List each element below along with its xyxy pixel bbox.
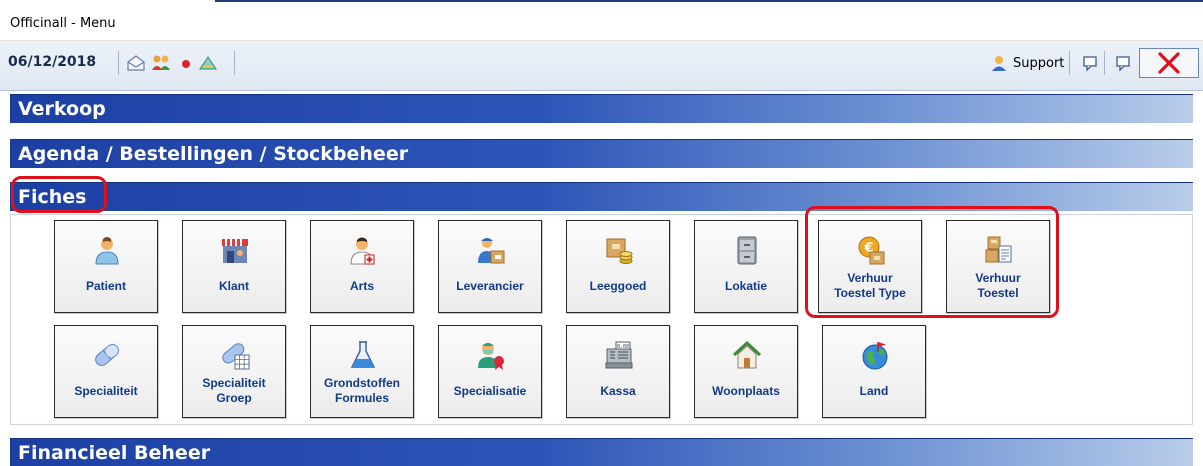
tile-specialiteit[interactable]: Specialiteit: [54, 325, 158, 418]
tile-grondstoffen-formules[interactable]: Grondstoffen Formules: [310, 325, 414, 418]
section-verkoop[interactable]: Verkoop: [10, 94, 1193, 123]
section-agenda-label: Agenda / Bestellingen / Stockbeheer: [18, 143, 409, 165]
window-restore-icon: [1083, 56, 1097, 72]
tile-woonplaats-label: Woonplaats: [712, 384, 780, 398]
toolbar-separator: [1069, 51, 1070, 75]
tile-verhuur-toestel-label-2: Toestel: [977, 286, 1019, 300]
cash-register-icon: 0.00: [605, 341, 633, 369]
tile-specialiteit-groep[interactable]: Specialiteit Groep: [182, 325, 286, 418]
minimize-window-button[interactable]: [1109, 50, 1135, 76]
warning-icon[interactable]: [198, 53, 218, 73]
window-title: Officinall - Menu: [10, 16, 116, 31]
supplier-icon: [478, 238, 505, 264]
section-agenda[interactable]: Agenda / Bestellingen / Stockbeheer: [10, 139, 1193, 168]
flask-icon: [350, 341, 376, 368]
box-document-icon: [985, 236, 1012, 263]
window-tile-icon: [1116, 56, 1130, 72]
tile-lokatie-label: Lokatie: [724, 279, 767, 293]
tile-specialiteit-groep-label-2: Groep: [216, 391, 252, 405]
shop-icon: [222, 239, 248, 263]
tile-verhuur-toestel[interactable]: Verhuur Toestel: [946, 220, 1050, 313]
section-financieel[interactable]: Financieel Beheer: [10, 438, 1193, 466]
surgeon-icon: [478, 343, 504, 370]
toolbar-separator: [118, 51, 119, 75]
tile-kassa-label: Kassa: [600, 384, 636, 398]
mail-icon[interactable]: [126, 53, 146, 73]
users-icon[interactable]: [151, 53, 171, 73]
tile-kassa[interactable]: 0.00 Kassa: [566, 325, 670, 418]
tile-verhuur-toestel-type[interactable]: € Verhuur Toestel Type: [818, 220, 922, 313]
boxes-coins-icon: [606, 238, 633, 264]
euro-box-icon: €: [858, 236, 885, 265]
toolbar: 06/12/2018 Support: [0, 41, 1203, 91]
section-fiches-label: Fiches: [18, 186, 87, 208]
tile-patient-label: Patient: [85, 279, 126, 293]
tile-woonplaats[interactable]: Woonplaats: [694, 325, 798, 418]
close-icon: [1158, 52, 1180, 74]
tile-leeggoed[interactable]: Leeggoed: [566, 220, 670, 313]
tile-specialiteit-label: Specialiteit: [74, 384, 138, 398]
tile-patient[interactable]: Patient: [54, 220, 158, 313]
cabinet-icon: [737, 236, 757, 265]
pill-grid-icon: [222, 343, 250, 370]
support-label: Support: [1013, 55, 1065, 71]
pill-icon: [95, 344, 119, 366]
title-bar: Officinall - Menu: [0, 3, 1203, 41]
date-display: 06/12/2018: [8, 54, 97, 70]
tile-klant-label: Klant: [219, 279, 249, 293]
tile-land[interactable]: Land: [822, 325, 926, 418]
tile-specialisatie[interactable]: Specialisatie: [438, 325, 542, 418]
tile-verhuur-toestel-label-1: Verhuur: [975, 271, 1021, 285]
toolbar-separator: [1104, 51, 1105, 75]
restore-window-button[interactable]: [1077, 50, 1103, 76]
tile-specialisatie-label: Specialisatie: [453, 384, 527, 398]
house-icon: [732, 340, 762, 369]
close-button[interactable]: [1139, 48, 1199, 78]
red-dot-icon[interactable]: [176, 53, 196, 73]
support-icon: [992, 56, 1006, 71]
tile-arts-label: Arts: [349, 279, 374, 293]
patient-icon: [95, 237, 119, 265]
support-button[interactable]: Support: [990, 51, 1064, 75]
tile-land-label: Land: [859, 384, 889, 398]
tile-leverancier[interactable]: Leverancier: [438, 220, 542, 313]
tile-arts[interactable]: Arts: [310, 220, 414, 313]
tile-verhuur-toestel-type-label-2: Toestel Type: [834, 286, 906, 300]
section-fiches[interactable]: Fiches: [10, 182, 1193, 211]
section-financieel-label: Financieel Beheer: [18, 442, 211, 464]
tile-grondstoffen-formules-label-2: Formules: [334, 391, 389, 405]
tile-lokatie[interactable]: Lokatie: [694, 220, 798, 313]
globe-icon: [862, 342, 888, 370]
tile-verhuur-toestel-type-label-1: Verhuur: [847, 271, 893, 285]
doctor-icon: [350, 237, 375, 265]
toolbar-separator: [234, 51, 235, 75]
section-verkoop-label: Verkoop: [18, 98, 106, 120]
tile-leeggoed-label: Leeggoed: [589, 279, 647, 293]
tile-specialiteit-groep-label-1: Specialiteit: [202, 376, 266, 390]
tile-grondstoffen-formules-label-1: Grondstoffen: [324, 376, 400, 390]
tile-klant[interactable]: Klant: [182, 220, 286, 313]
tile-leverancier-label: Leverancier: [456, 279, 524, 293]
